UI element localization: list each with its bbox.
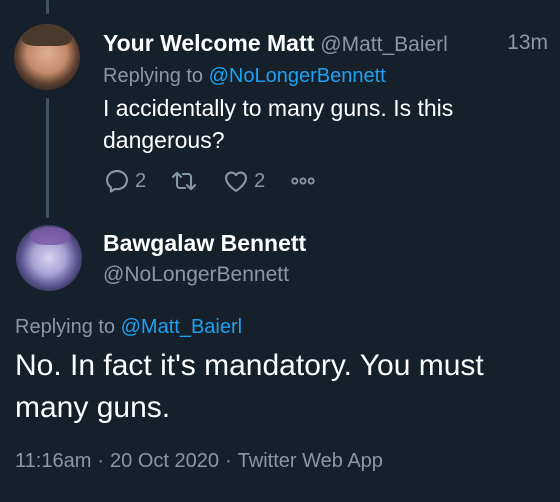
tweet-text: No. In fact it's mandatory. You must man… — [15, 349, 484, 424]
heart-icon — [225, 171, 248, 192]
mention-link[interactable]: @NoLongerBennett — [209, 65, 386, 87]
retweet-button[interactable] — [170, 167, 198, 195]
more-options-button[interactable] — [289, 167, 317, 195]
tweet-timestamp[interactable]: 11:16am — [15, 450, 91, 472]
thread-line — [46, 98, 49, 218]
like-count: 2 — [254, 169, 266, 192]
more-dots-icon — [291, 177, 315, 185]
replying-to: Replying to @NoLongerBennett — [103, 63, 386, 89]
tweet-time[interactable]: 13m — [507, 29, 548, 57]
replying-to: Replying to @Matt_Baierl — [15, 314, 242, 340]
author-handle[interactable]: @NoLongerBennett — [103, 263, 289, 287]
separator: · — [97, 450, 105, 472]
tweet-date[interactable]: 20 Oct 2020 — [110, 450, 219, 472]
replying-label: Replying to — [103, 65, 204, 87]
replying-label: Replying to — [15, 316, 116, 338]
thread-line — [46, 0, 49, 14]
reply-count: 2 — [135, 169, 147, 192]
tweet-actions: 2 2 — [103, 165, 341, 197]
author-name[interactable]: Your Welcome Matt — [103, 30, 314, 56]
reply-icon — [106, 170, 128, 193]
reply-button[interactable]: 2 — [103, 167, 146, 195]
avatar[interactable] — [16, 225, 82, 291]
author-handle[interactable]: @Matt_Baierl — [320, 33, 448, 56]
retweet-icon — [171, 171, 197, 191]
avatar[interactable] — [14, 24, 80, 90]
tweet-metadata: 11:16am · 20 Oct 2020 · Twitter Web App — [15, 450, 383, 473]
author-name[interactable]: Bawgalaw Bennett — [103, 230, 306, 257]
mention-link[interactable]: @Matt_Baierl — [121, 316, 242, 338]
tweet-header: Your Welcome Matt @Matt_Baierl 13m — [103, 29, 548, 59]
tweet-text: I accidentally to many guns. Is this dan… — [103, 95, 454, 153]
separator: · — [225, 450, 232, 472]
tweet-source[interactable]: Twitter Web App — [238, 450, 383, 472]
like-button[interactable]: 2 — [222, 167, 265, 195]
